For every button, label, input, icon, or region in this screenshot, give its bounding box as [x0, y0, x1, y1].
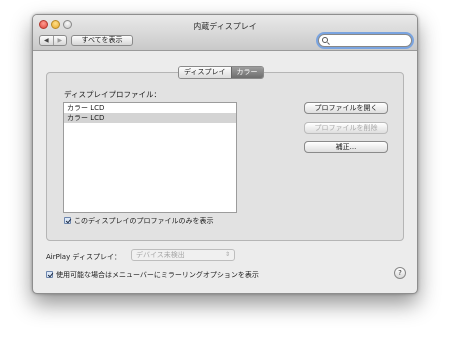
- forward-arrow-icon[interactable]: ▶: [52, 36, 67, 45]
- show-all-button[interactable]: すべてを表示: [71, 35, 133, 46]
- delete-profile-button[interactable]: プロファイルを削除: [304, 122, 388, 134]
- display-profile-heading: ディスプレイプロファイル：: [64, 90, 161, 99]
- select-arrows-icon: ⇕: [224, 251, 230, 258]
- airplay-select[interactable]: デバイス未検出 ⇕: [131, 249, 235, 261]
- mirroring-label: 使用可能な場合はメニューバーにミラーリングオプションを表示: [56, 271, 259, 279]
- airplay-select-value: デバイス未検出: [136, 251, 185, 259]
- preferences-window: 内蔵ディスプレイ ◀ ▶ すべてを表示 ディスプレイ カラー ディスプレイプロフ…: [32, 14, 418, 294]
- title-bar: 内蔵ディスプレイ ◀ ▶ すべてを表示: [33, 15, 417, 51]
- search-field[interactable]: [318, 34, 412, 47]
- window-title: 内蔵ディスプレイ: [193, 22, 257, 31]
- open-profile-button[interactable]: プロファイルを開く: [304, 102, 388, 114]
- show-only-checkbox[interactable]: [64, 217, 71, 224]
- back-arrow-icon[interactable]: ◀: [40, 36, 53, 45]
- list-item[interactable]: カラー LCD: [64, 103, 236, 113]
- help-button[interactable]: ?: [394, 267, 406, 279]
- calibrate-button[interactable]: 補正...: [304, 141, 388, 153]
- back-forward-control: ◀ ▶: [39, 35, 67, 46]
- tab-display[interactable]: ディスプレイ: [179, 67, 231, 78]
- airplay-label: AirPlay ディスプレイ：: [46, 253, 121, 261]
- show-only-label: このディスプレイのプロファイルのみを表示: [74, 217, 214, 225]
- mirroring-checkbox[interactable]: [46, 271, 53, 278]
- pane-tabs: ディスプレイ カラー: [178, 66, 264, 79]
- search-icon: [322, 37, 328, 43]
- list-item-selected[interactable]: カラー LCD: [64, 113, 236, 123]
- profile-list[interactable]: カラー LCD カラー LCD: [63, 102, 237, 213]
- tab-color[interactable]: カラー: [230, 67, 263, 78]
